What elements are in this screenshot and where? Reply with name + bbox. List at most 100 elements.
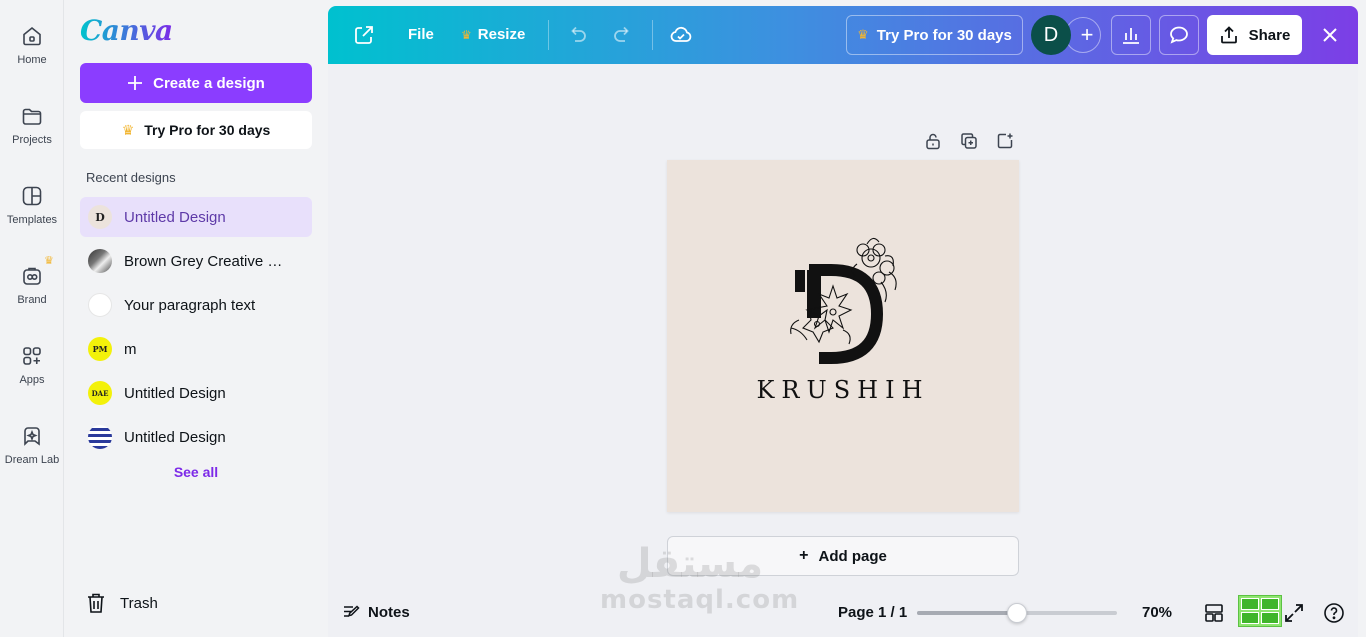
bar-chart-icon	[1123, 28, 1139, 44]
page-indicator: Page 1 / 1	[838, 604, 908, 621]
comments-button[interactable]	[1159, 15, 1199, 55]
design-page[interactable]: KRUSHIH	[667, 160, 1019, 512]
recent-item-label: Your paragraph text	[124, 296, 256, 314]
rail-label: Templates	[6, 214, 58, 226]
trash-label: Trash	[120, 594, 158, 612]
try-pro-toolbar-label: Try Pro for 30 days	[876, 26, 1012, 44]
bottom-bar: Notes Page 1 / 1 70%	[328, 595, 1358, 637]
monogram-d-logo	[790, 237, 897, 364]
undo-icon[interactable]	[565, 23, 589, 47]
brand-name-text[interactable]: KRUSHIH	[667, 376, 1019, 404]
recent-item-label: Untitled Design	[124, 428, 226, 446]
insights-button[interactable]	[1111, 15, 1151, 55]
add-page-label: Add page	[818, 547, 887, 565]
apps-grid-widget[interactable]	[1238, 595, 1282, 627]
grid-view-icon[interactable]	[1202, 601, 1226, 625]
rail-item-brand[interactable]: ♛ Brand	[0, 254, 64, 318]
cloud-saved-icon[interactable]	[669, 23, 693, 47]
file-menu[interactable]: File	[408, 26, 434, 43]
add-page-icon-button[interactable]	[994, 130, 1016, 152]
templates-icon	[22, 186, 42, 206]
design-thumbnail	[88, 249, 112, 273]
try-pro-label: Try Pro for 30 days	[144, 122, 271, 138]
toolbar-divider	[548, 20, 549, 50]
plus-icon: +	[799, 547, 809, 564]
rail-item-templates[interactable]: Templates	[0, 174, 64, 238]
recent-item[interactable]: DAE Untitled Design	[80, 373, 312, 413]
design-thumbnail	[88, 425, 112, 449]
design-thumbnail: DAE	[88, 381, 112, 405]
see-all-link[interactable]: See all	[80, 464, 312, 480]
design-thumbnail: PM	[88, 337, 112, 361]
avatar[interactable]: D	[1031, 15, 1071, 55]
fullscreen-icon[interactable]	[1282, 601, 1306, 625]
rail-item-projects[interactable]: Projects	[0, 94, 64, 158]
trash-icon	[88, 593, 104, 613]
design-thumbnail	[88, 293, 112, 317]
recent-item[interactable]: Brown Grey Creative M…	[80, 241, 312, 281]
recent-designs-heading: Recent designs	[86, 170, 176, 185]
rail-label: Projects	[12, 134, 52, 146]
crown-icon: ♛	[857, 27, 869, 42]
share-label: Share	[1248, 26, 1291, 44]
rail-label: Dream Lab	[4, 454, 60, 466]
grid-cell	[1241, 598, 1259, 610]
plus-icon	[128, 76, 143, 90]
grid-cell	[1241, 612, 1259, 624]
lock-icon	[926, 133, 940, 150]
zoom-level[interactable]: 70%	[1142, 604, 1172, 621]
recent-item-label: Untitled Design	[124, 208, 226, 226]
redo-icon[interactable]	[611, 23, 635, 47]
zoom-slider[interactable]	[917, 603, 1117, 623]
recent-item-label: Untitled Design	[124, 384, 226, 402]
notes-label: Notes	[368, 603, 410, 621]
crown-icon: ♛	[44, 255, 54, 267]
notes-icon	[344, 605, 360, 617]
trash-button[interactable]: Trash	[86, 592, 158, 614]
share-icon	[1220, 26, 1237, 44]
external-link-icon[interactable]	[352, 23, 376, 47]
rail-item-dream-lab[interactable]: Dream Lab	[0, 414, 64, 478]
add-page-button[interactable]: + Add page	[667, 536, 1019, 576]
create-design-button[interactable]: Create a design	[80, 63, 312, 103]
help-icon[interactable]	[1322, 601, 1346, 625]
share-button[interactable]: Share	[1207, 15, 1302, 55]
create-design-label: Create a design	[153, 74, 265, 92]
notes-button[interactable]: Notes	[342, 603, 410, 621]
try-pro-toolbar-button[interactable]: ♛ Try Pro for 30 days	[846, 15, 1023, 55]
lock-page-button[interactable]	[922, 130, 944, 152]
toolbar-divider	[652, 20, 653, 50]
recent-item-label: m	[124, 340, 137, 358]
rail-item-apps[interactable]: Apps	[0, 334, 64, 398]
dream-lab-icon	[24, 427, 40, 446]
recent-item[interactable]: D Untitled Design	[80, 197, 312, 237]
folder-icon	[22, 108, 42, 125]
resize-label: Resize	[477, 26, 526, 43]
grid-cell	[1261, 612, 1279, 624]
brand-icon	[23, 267, 41, 285]
duplicate-page-button[interactable]	[958, 130, 980, 152]
page-tools	[922, 130, 1016, 152]
recent-item-label: Brown Grey Creative M…	[124, 252, 294, 270]
home-icon	[23, 26, 41, 46]
canva-logo[interactable]: Canva	[80, 14, 173, 47]
crown-icon: ♛	[461, 28, 472, 42]
rail-label: Home	[17, 54, 47, 66]
recent-item[interactable]: Untitled Design	[80, 417, 312, 457]
comment-icon	[1170, 26, 1188, 44]
design-thumbnail: D	[88, 205, 112, 229]
rail-item-home[interactable]: Home	[0, 14, 64, 78]
close-icon[interactable]	[1318, 23, 1342, 47]
grid-cell	[1261, 598, 1279, 610]
resize-menu[interactable]: ♛ Resize	[461, 26, 525, 43]
apps-icon	[23, 347, 41, 365]
editor-area: File ♛ Resize ♛ Try Pro for 30 days + D S…	[328, 6, 1358, 637]
try-pro-button[interactable]: ♛ Try Pro for 30 days	[80, 111, 312, 149]
recent-item[interactable]: PM m	[80, 329, 312, 369]
rail-label: Apps	[19, 374, 45, 386]
recent-item[interactable]: Your paragraph text	[80, 285, 312, 325]
editor-toolbar: File ♛ Resize ♛ Try Pro for 30 days + D S…	[328, 6, 1358, 64]
zoom-slider-thumb[interactable]	[1007, 603, 1027, 623]
left-rail: Home Projects Templates ♛ Brand Apps Dre…	[0, 0, 64, 637]
plus-icon: +	[1080, 22, 1094, 47]
